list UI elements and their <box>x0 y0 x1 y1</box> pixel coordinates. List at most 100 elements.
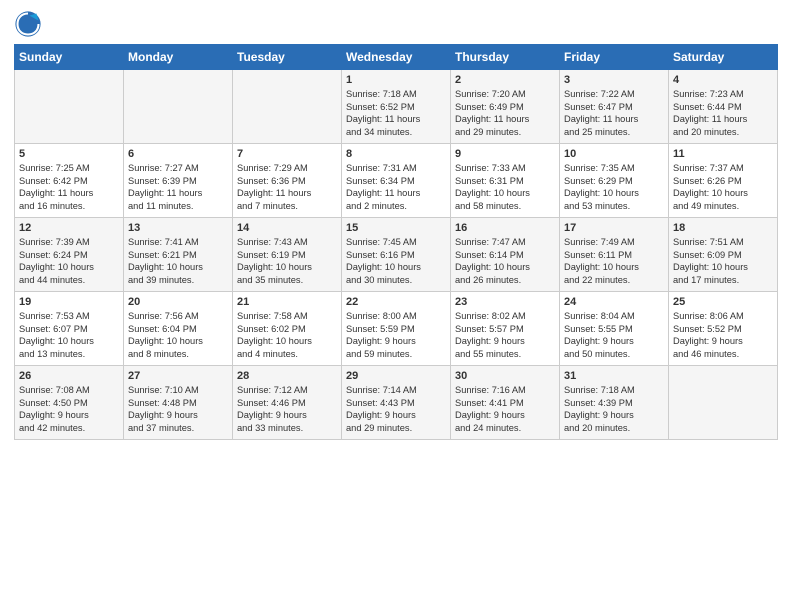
cell-content: Sunrise: 8:04 AM Sunset: 5:55 PM Dayligh… <box>564 310 664 360</box>
day-number: 31 <box>564 370 664 382</box>
week-row-2: 5 Sunrise: 7:25 AM Sunset: 6:42 PM Daylig… <box>15 144 778 218</box>
cell-content: Sunrise: 7:49 AM Sunset: 6:11 PM Dayligh… <box>564 236 664 286</box>
day-number: 22 <box>346 296 446 308</box>
cell-content: Sunrise: 7:12 AM Sunset: 4:46 PM Dayligh… <box>237 384 337 434</box>
cell-content: Sunrise: 7:29 AM Sunset: 6:36 PM Dayligh… <box>237 162 337 212</box>
calendar-cell: 21Sunrise: 7:58 AM Sunset: 6:02 PM Dayli… <box>233 292 342 366</box>
cell-content: Sunrise: 7:37 AM Sunset: 6:26 PM Dayligh… <box>673 162 773 212</box>
day-header-thursday: Thursday <box>451 45 560 70</box>
calendar-cell: 7Sunrise: 7:29 AM Sunset: 6:36 PM Daylig… <box>233 144 342 218</box>
logo-icon <box>14 10 42 38</box>
cell-content: Sunrise: 7:22 AM Sunset: 6:47 PM Dayligh… <box>564 88 664 138</box>
day-number: 16 <box>455 222 555 234</box>
calendar-cell: 1 Sunrise: 7:18 AM Sunset: 6:52 PM Daylig… <box>342 70 451 144</box>
calendar-cell: 25Sunrise: 8:06 AM Sunset: 5:52 PM Dayli… <box>669 292 778 366</box>
day-header-friday: Friday <box>560 45 669 70</box>
cell-content: Sunrise: 7:23 AM Sunset: 6:44 PM Dayligh… <box>673 88 773 138</box>
calendar-cell <box>124 70 233 144</box>
day-number: 9 <box>455 148 555 160</box>
calendar-cell: 30 Sunrise: 7:16 AM Sunset: 4:41 PM Dayli… <box>451 366 560 440</box>
day-number: 14 <box>237 222 337 234</box>
calendar-cell: 13 Sunrise: 7:41 AM Sunset: 6:21 PM Dayli… <box>124 218 233 292</box>
cell-content: Sunrise: 7:10 AM Sunset: 4:48 PM Dayligh… <box>128 384 228 434</box>
day-number: 12 <box>19 222 119 234</box>
calendar-cell <box>669 366 778 440</box>
day-header-saturday: Saturday <box>669 45 778 70</box>
calendar-cell: 6 Sunrise: 7:27 AM Sunset: 6:39 PM Daylig… <box>124 144 233 218</box>
cell-content: Sunrise: 7:35 AM Sunset: 6:29 PM Dayligh… <box>564 162 664 212</box>
cell-content: Sunrise: 7:41 AM Sunset: 6:21 PM Dayligh… <box>128 236 228 286</box>
day-number: 29 <box>346 370 446 382</box>
calendar-cell: 3 Sunrise: 7:22 AM Sunset: 6:47 PM Daylig… <box>560 70 669 144</box>
cell-content: Sunrise: 7:18 AM Sunset: 6:52 PM Dayligh… <box>346 88 446 138</box>
calendar-cell: 29 Sunrise: 7:14 AM Sunset: 4:43 PM Dayli… <box>342 366 451 440</box>
calendar-cell: 8 Sunrise: 7:31 AM Sunset: 6:34 PM Daylig… <box>342 144 451 218</box>
day-number: 8 <box>346 148 446 160</box>
day-number: 6 <box>128 148 228 160</box>
week-row-1: 1 Sunrise: 7:18 AM Sunset: 6:52 PM Daylig… <box>15 70 778 144</box>
calendar-cell: 24 Sunrise: 8:04 AM Sunset: 5:55 PM Dayli… <box>560 292 669 366</box>
calendar-cell: 17 Sunrise: 7:49 AM Sunset: 6:11 PM Dayli… <box>560 218 669 292</box>
day-number: 13 <box>128 222 228 234</box>
day-number: 27 <box>128 370 228 382</box>
day-number: 10 <box>564 148 664 160</box>
calendar-cell: 10 Sunrise: 7:35 AM Sunset: 6:29 PM Dayli… <box>560 144 669 218</box>
cell-content: Sunrise: 7:53 AM Sunset: 6:07 PM Dayligh… <box>19 310 119 360</box>
day-header-monday: Monday <box>124 45 233 70</box>
cell-content: Sunrise: 7:47 AM Sunset: 6:14 PM Dayligh… <box>455 236 555 286</box>
calendar-cell: 14 Sunrise: 7:43 AM Sunset: 6:19 PM Dayli… <box>233 218 342 292</box>
cell-content: Sunrise: 7:56 AM Sunset: 6:04 PM Dayligh… <box>128 310 228 360</box>
calendar-cell: 4 Sunrise: 7:23 AM Sunset: 6:44 PM Daylig… <box>669 70 778 144</box>
logo <box>14 10 44 38</box>
cell-content: Sunrise: 8:02 AM Sunset: 5:57 PM Dayligh… <box>455 310 555 360</box>
week-row-3: 12 Sunrise: 7:39 AM Sunset: 6:24 PM Dayli… <box>15 218 778 292</box>
day-header-sunday: Sunday <box>15 45 124 70</box>
day-number: 23 <box>455 296 555 308</box>
day-number: 30 <box>455 370 555 382</box>
calendar-cell: 28 Sunrise: 7:12 AM Sunset: 4:46 PM Dayli… <box>233 366 342 440</box>
day-number: 20 <box>128 296 228 308</box>
day-number: 3 <box>564 74 664 86</box>
calendar-cell: 22 Sunrise: 8:00 AM Sunset: 5:59 PM Dayli… <box>342 292 451 366</box>
calendar-cell: 2 Sunrise: 7:20 AM Sunset: 6:49 PM Daylig… <box>451 70 560 144</box>
day-number: 11 <box>673 148 773 160</box>
day-number: 4 <box>673 74 773 86</box>
day-number: 1 <box>346 74 446 86</box>
calendar-table: SundayMondayTuesdayWednesdayThursdayFrid… <box>14 44 778 440</box>
cell-content: Sunrise: 7:31 AM Sunset: 6:34 PM Dayligh… <box>346 162 446 212</box>
cell-content: Sunrise: 8:00 AM Sunset: 5:59 PM Dayligh… <box>346 310 446 360</box>
cell-content: Sunrise: 7:39 AM Sunset: 6:24 PM Dayligh… <box>19 236 119 286</box>
calendar-cell: 19 Sunrise: 7:53 AM Sunset: 6:07 PM Dayli… <box>15 292 124 366</box>
day-number: 24 <box>564 296 664 308</box>
day-number: 26 <box>19 370 119 382</box>
week-row-5: 26Sunrise: 7:08 AM Sunset: 4:50 PM Dayli… <box>15 366 778 440</box>
cell-content: Sunrise: 7:20 AM Sunset: 6:49 PM Dayligh… <box>455 88 555 138</box>
calendar-cell: 27 Sunrise: 7:10 AM Sunset: 4:48 PM Dayli… <box>124 366 233 440</box>
header-row: SundayMondayTuesdayWednesdayThursdayFrid… <box>15 45 778 70</box>
day-number: 17 <box>564 222 664 234</box>
day-number: 19 <box>19 296 119 308</box>
calendar-cell: 31Sunrise: 7:18 AM Sunset: 4:39 PM Dayli… <box>560 366 669 440</box>
calendar-cell: 23 Sunrise: 8:02 AM Sunset: 5:57 PM Dayli… <box>451 292 560 366</box>
calendar-cell: 26Sunrise: 7:08 AM Sunset: 4:50 PM Dayli… <box>15 366 124 440</box>
day-number: 15 <box>346 222 446 234</box>
calendar-cell: 5 Sunrise: 7:25 AM Sunset: 6:42 PM Daylig… <box>15 144 124 218</box>
cell-content: Sunrise: 7:45 AM Sunset: 6:16 PM Dayligh… <box>346 236 446 286</box>
cell-content: Sunrise: 7:27 AM Sunset: 6:39 PM Dayligh… <box>128 162 228 212</box>
cell-content: Sunrise: 7:33 AM Sunset: 6:31 PM Dayligh… <box>455 162 555 212</box>
day-header-tuesday: Tuesday <box>233 45 342 70</box>
cell-content: Sunrise: 7:25 AM Sunset: 6:42 PM Dayligh… <box>19 162 119 212</box>
cell-content: Sunrise: 7:16 AM Sunset: 4:41 PM Dayligh… <box>455 384 555 434</box>
day-number: 18 <box>673 222 773 234</box>
day-number: 5 <box>19 148 119 160</box>
calendar-cell: 16 Sunrise: 7:47 AM Sunset: 6:14 PM Dayli… <box>451 218 560 292</box>
cell-content: Sunrise: 7:14 AM Sunset: 4:43 PM Dayligh… <box>346 384 446 434</box>
day-number: 28 <box>237 370 337 382</box>
cell-content: Sunrise: 7:43 AM Sunset: 6:19 PM Dayligh… <box>237 236 337 286</box>
day-number: 25 <box>673 296 773 308</box>
calendar-cell: 12 Sunrise: 7:39 AM Sunset: 6:24 PM Dayli… <box>15 218 124 292</box>
calendar-cell: 18Sunrise: 7:51 AM Sunset: 6:09 PM Dayli… <box>669 218 778 292</box>
calendar-cell: 15 Sunrise: 7:45 AM Sunset: 6:16 PM Dayli… <box>342 218 451 292</box>
day-number: 2 <box>455 74 555 86</box>
calendar-cell: 11 Sunrise: 7:37 AM Sunset: 6:26 PM Dayli… <box>669 144 778 218</box>
